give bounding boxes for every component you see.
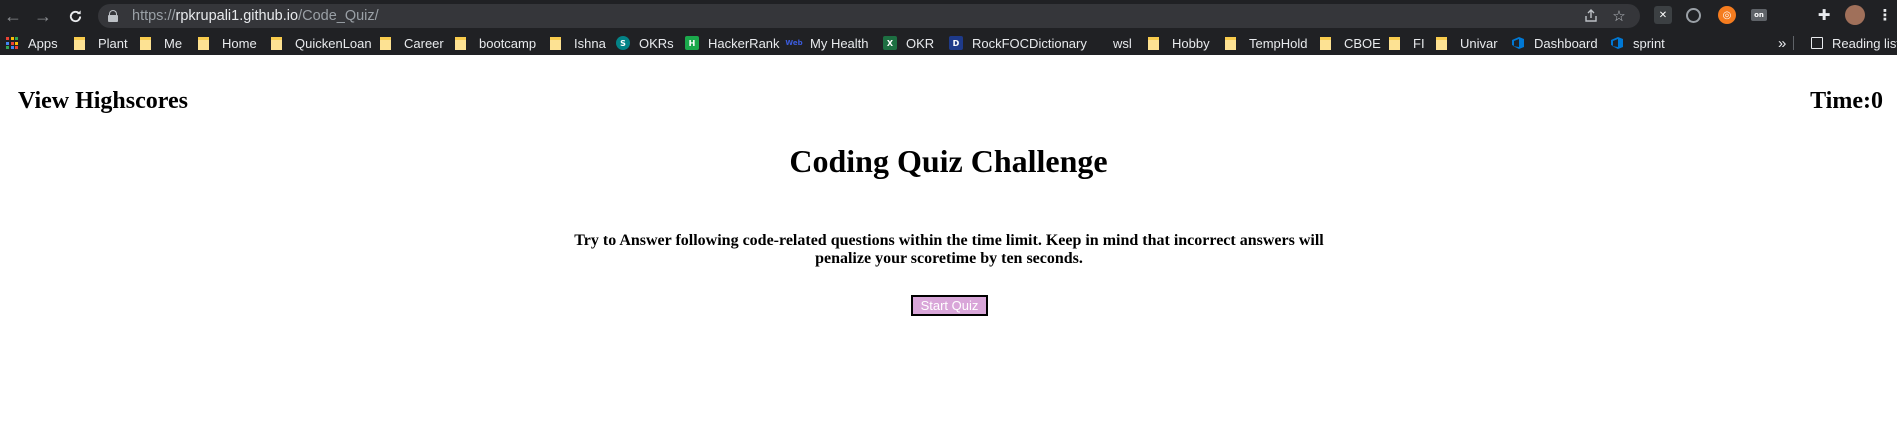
folder-icon bbox=[1148, 36, 1159, 50]
bookmark-hackerrank[interactable]: H HackerRank bbox=[685, 31, 780, 55]
forward-arrow-icon[interactable]: → bbox=[30, 3, 56, 29]
page-title: Coding Quiz Challenge bbox=[789, 143, 1108, 179]
bookmark-label: CBOE bbox=[1344, 35, 1381, 51]
extension-screen-icon[interactable]: on bbox=[1751, 9, 1767, 21]
menu-kebab-icon[interactable]: ⋮ bbox=[1876, 6, 1894, 24]
bookmark-label: Home bbox=[222, 35, 257, 51]
bookmark-home[interactable]: Home bbox=[198, 31, 257, 55]
bookmark-label: OKRs bbox=[639, 35, 674, 51]
extension-x-icon[interactable]: ✕ bbox=[1654, 6, 1672, 24]
bookmark-ishna[interactable]: Ishna bbox=[550, 31, 606, 55]
lock-icon bbox=[108, 10, 118, 22]
browser-toolbar: ← → https://rpkrupali1.github.io/Code_Qu… bbox=[0, 0, 1897, 31]
folder-icon bbox=[1320, 36, 1331, 50]
timer: Time:0 bbox=[1810, 88, 1883, 114]
bookmark-bootcamp[interactable]: bootcamp bbox=[455, 31, 536, 55]
folder-icon bbox=[198, 36, 209, 50]
folder-icon bbox=[550, 36, 561, 50]
bookmark-star-icon[interactable]: ☆ bbox=[1611, 8, 1627, 25]
extension-circle-icon[interactable] bbox=[1686, 8, 1701, 23]
bookmark-career[interactable]: Career bbox=[380, 31, 444, 55]
apps-grid-icon bbox=[6, 37, 18, 49]
bookmark-fi[interactable]: FI bbox=[1389, 31, 1425, 55]
folder-icon bbox=[380, 36, 391, 50]
bookmarks-overflow-chevron[interactable]: » bbox=[1778, 31, 1786, 55]
start-quiz-button[interactable]: Start Quiz bbox=[911, 295, 988, 316]
address-bar[interactable]: https://rpkrupali1.github.io/Code_Quiz/ … bbox=[98, 4, 1640, 28]
folder-icon bbox=[74, 36, 85, 50]
bookmark-apps[interactable]: Apps bbox=[6, 31, 58, 55]
bookmark-label: My Health bbox=[810, 35, 869, 51]
folder-icon bbox=[455, 36, 466, 50]
bookmark-myhealth[interactable]: Web My Health bbox=[785, 31, 869, 55]
bookmark-okrs[interactable]: S OKRs bbox=[616, 31, 674, 55]
bookmark-cboe[interactable]: CBOE bbox=[1320, 31, 1381, 55]
bookmark-quickenloan[interactable]: QuickenLoan bbox=[271, 31, 372, 55]
excel-icon: X bbox=[883, 36, 897, 50]
bookmark-label: wsl bbox=[1113, 35, 1132, 51]
bookmarks-bar: Apps Plant Me Home QuickenLoan Career bo… bbox=[0, 31, 1897, 55]
reading-list-button[interactable]: Reading list bbox=[1811, 31, 1897, 55]
page-content: View Highscores Time:0 Coding Quiz Chall… bbox=[0, 55, 1897, 423]
bookmark-label: RockFOCDictionary bbox=[972, 35, 1087, 51]
bookmark-label: Plant bbox=[98, 35, 128, 51]
share-icon[interactable] bbox=[1583, 8, 1599, 24]
bookmark-label: bootcamp bbox=[479, 35, 537, 51]
bookmark-label: Univar bbox=[1460, 35, 1498, 51]
azure-devops-icon bbox=[1610, 36, 1624, 50]
bookmarks-divider bbox=[1793, 36, 1794, 50]
myhealth-icon: Web bbox=[785, 39, 803, 47]
bookmark-rockfocdictionary[interactable]: D RockFOCDictionary bbox=[949, 31, 1087, 55]
url-scheme: https:// bbox=[132, 8, 176, 24]
bookmark-label: Hobby bbox=[1172, 35, 1210, 51]
sharepoint-icon: S bbox=[616, 36, 630, 50]
bookmark-label: Ishna bbox=[574, 35, 606, 51]
bookmark-label: TempHold bbox=[1249, 35, 1308, 51]
profile-avatar[interactable] bbox=[1845, 5, 1865, 25]
hackerrank-icon: H bbox=[685, 36, 699, 50]
microsoft-icon bbox=[1091, 37, 1104, 50]
url-host: rpkrupali1.github.io bbox=[175, 8, 299, 24]
bookmark-label: Dashboard bbox=[1534, 35, 1598, 51]
view-highscores-link[interactable]: View Highscores bbox=[18, 88, 188, 115]
extension-orange-icon[interactable]: ◎ bbox=[1718, 6, 1736, 24]
rockfoc-icon: D bbox=[949, 36, 963, 50]
back-arrow-icon[interactable]: ← bbox=[0, 3, 26, 29]
url-path: /Code_Quiz/ bbox=[298, 8, 379, 24]
bookmark-label: Career bbox=[404, 35, 444, 51]
reload-icon[interactable] bbox=[62, 3, 88, 29]
reading-list-label: Reading list bbox=[1832, 35, 1897, 51]
bookmark-label: QuickenLoan bbox=[295, 35, 372, 51]
bookmark-label: FI bbox=[1413, 35, 1425, 51]
bookmark-label: sprint bbox=[1633, 35, 1665, 51]
bookmark-hobby[interactable]: Hobby bbox=[1148, 31, 1210, 55]
azure-devops-icon bbox=[1511, 36, 1525, 50]
extensions-puzzle-icon[interactable]: ✚ bbox=[1815, 6, 1833, 24]
bookmark-wsl[interactable]: wsl bbox=[1091, 31, 1132, 55]
bookmark-univar[interactable]: Univar bbox=[1436, 31, 1498, 55]
reading-list-icon bbox=[1811, 37, 1823, 49]
bookmark-plant[interactable]: Plant bbox=[74, 31, 128, 55]
bookmark-me[interactable]: Me bbox=[140, 31, 182, 55]
folder-icon bbox=[1436, 36, 1447, 50]
bookmark-label: Me bbox=[164, 35, 183, 51]
bookmark-label: Apps bbox=[28, 35, 58, 51]
folder-icon bbox=[1389, 36, 1400, 50]
bookmark-okr[interactable]: X OKR bbox=[883, 31, 934, 55]
bookmark-temphold[interactable]: TempHold bbox=[1225, 31, 1308, 55]
folder-icon bbox=[1225, 36, 1236, 50]
bookmark-sprint[interactable]: sprint bbox=[1610, 31, 1665, 55]
bookmark-label: OKR bbox=[906, 35, 935, 51]
quiz-description: Try to Answer following code-related que… bbox=[574, 232, 1324, 267]
bookmark-dashboard[interactable]: Dashboard bbox=[1511, 31, 1598, 55]
bookmark-label: HackerRank bbox=[708, 35, 780, 51]
folder-icon bbox=[140, 36, 151, 50]
folder-icon bbox=[271, 36, 282, 50]
